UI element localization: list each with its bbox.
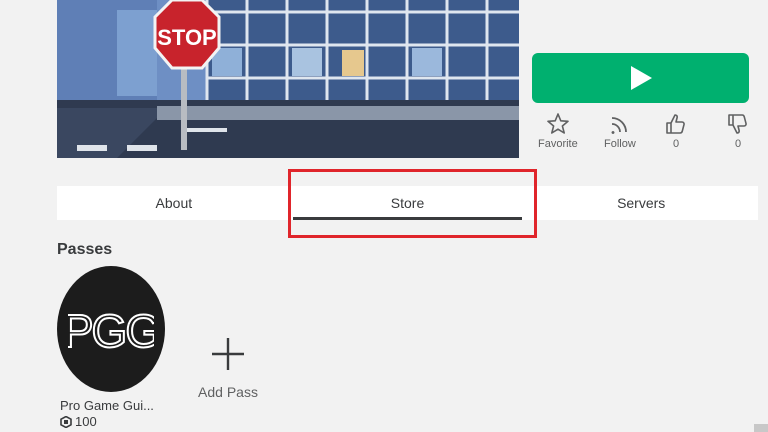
downvote-count: 0 bbox=[734, 138, 742, 150]
add-pass-label: Add Pass bbox=[198, 384, 258, 400]
favorite-button[interactable]: Favorite bbox=[538, 112, 578, 150]
thumbs-up-icon bbox=[666, 114, 685, 134]
play-button[interactable] bbox=[532, 53, 749, 103]
star-icon bbox=[547, 113, 569, 134]
pass-price: 100 bbox=[60, 414, 167, 429]
pass-thumbnail: PGG bbox=[57, 266, 165, 392]
robux-icon bbox=[60, 415, 72, 428]
game-tabs: About Store Servers bbox=[57, 186, 758, 220]
downvote-button[interactable]: 0 bbox=[726, 112, 750, 150]
tab-about[interactable]: About bbox=[57, 186, 291, 220]
tab-servers[interactable]: Servers bbox=[524, 186, 758, 220]
pass-logo-text: PGG bbox=[68, 305, 154, 354]
follow-button[interactable]: Follow bbox=[604, 112, 636, 150]
pass-card[interactable]: PGG Pro Game Gui... 100 bbox=[57, 266, 167, 429]
game-actions: Favorite Follow 0 0 bbox=[532, 112, 762, 162]
scrollbar-corner bbox=[754, 424, 768, 432]
follow-icon bbox=[611, 117, 627, 134]
thumbs-down-icon bbox=[728, 114, 747, 134]
upvote-count: 0 bbox=[672, 138, 680, 150]
play-icon bbox=[630, 66, 652, 90]
game-thumbnail: STOP bbox=[57, 0, 519, 158]
pass-name: Pro Game Gui... bbox=[60, 398, 154, 413]
stop-sign-text: STOP bbox=[157, 25, 217, 50]
passes-heading: Passes bbox=[57, 241, 113, 258]
pass-price-value: 100 bbox=[75, 414, 97, 429]
upvote-button[interactable]: 0 bbox=[664, 112, 688, 150]
tab-store[interactable]: Store bbox=[291, 186, 525, 220]
add-pass-button[interactable]: Add Pass bbox=[196, 336, 260, 400]
follow-label: Follow bbox=[604, 138, 636, 150]
plus-icon bbox=[212, 338, 244, 370]
favorite-label: Favorite bbox=[538, 138, 578, 150]
